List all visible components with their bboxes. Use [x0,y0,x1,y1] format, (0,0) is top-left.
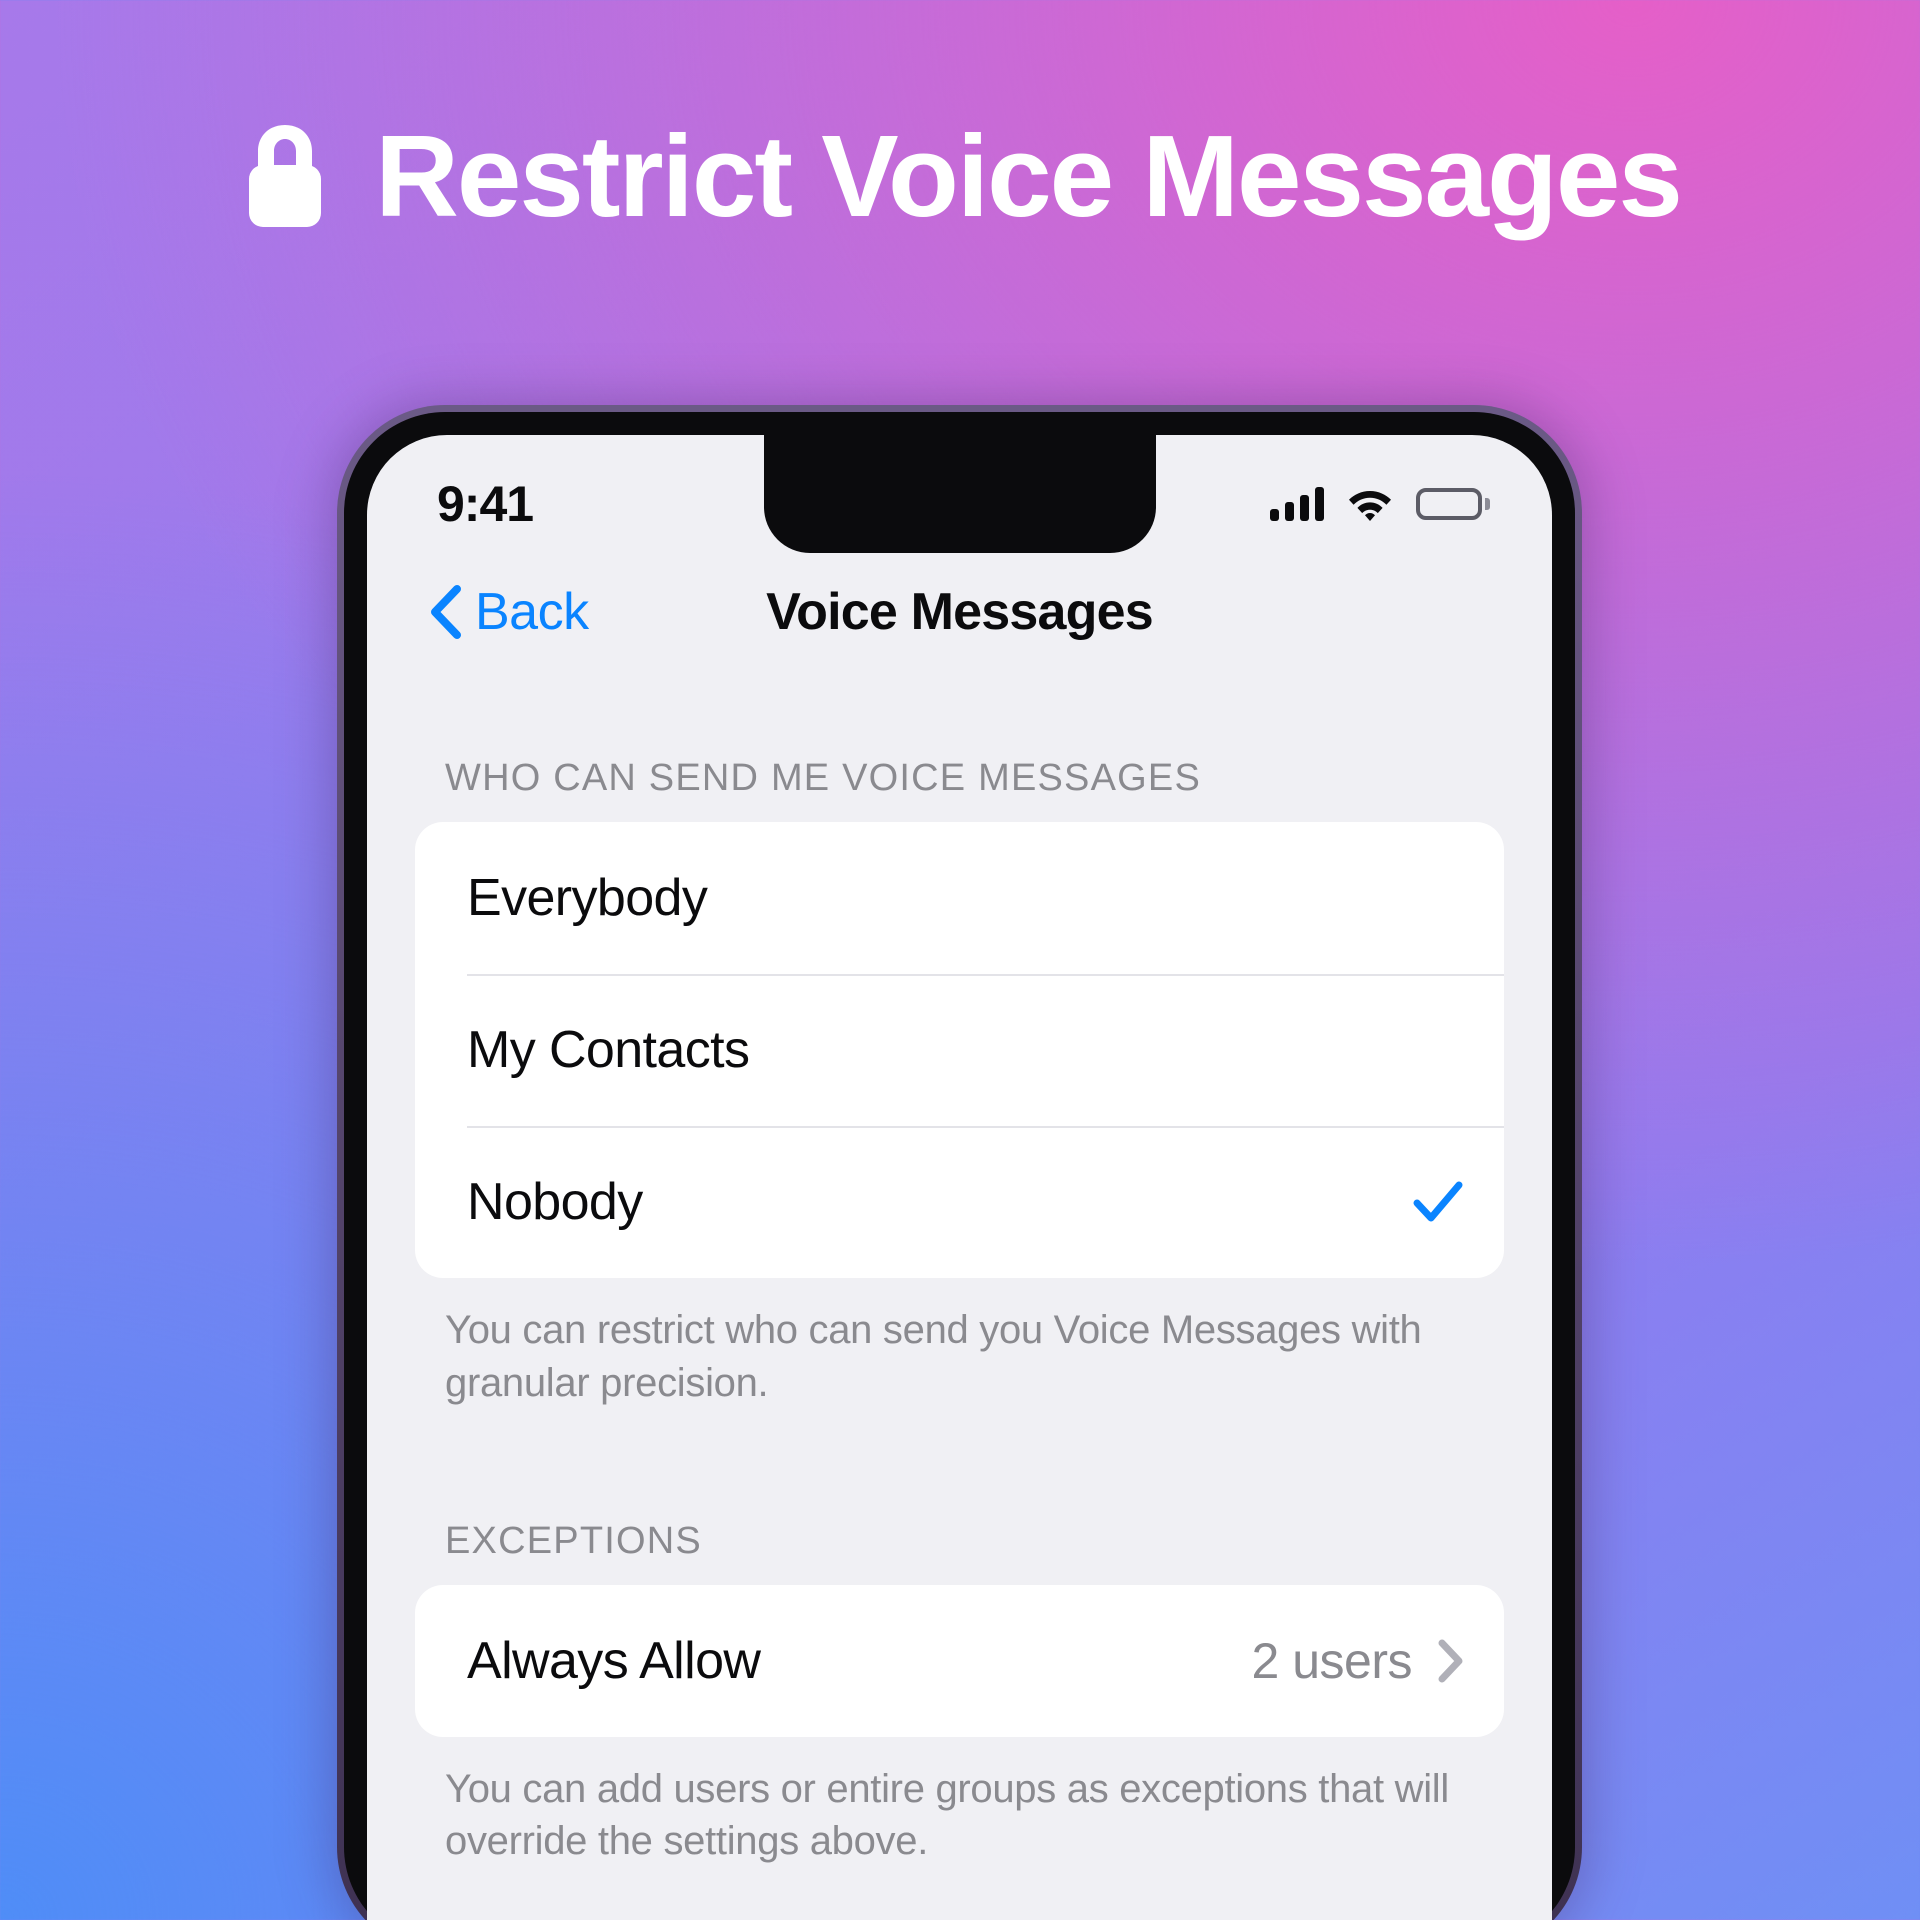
phone-screen: 9:41 Back Voice Messages WHO CAN SEND ME… [367,435,1552,1920]
chevron-left-icon [431,585,461,639]
option-label: My Contacts [467,1021,750,1079]
footnote-exceptions: You can add users or entire groups as ex… [445,1766,1449,1864]
phone-bezel: 9:41 Back Voice Messages WHO CAN SEND ME… [344,412,1575,1920]
chevron-right-icon [1438,1639,1463,1683]
hero-header: Restrict Voice Messages [0,118,1920,234]
checkmark-icon [1413,1181,1463,1222]
back-button-label: Back [475,583,589,641]
footnote-who-can-send: You can restrict who can send you Voice … [445,1308,1422,1405]
battery-full-icon [1416,488,1490,520]
option-row-my-contacts[interactable]: My Contacts [415,974,1504,1126]
back-button[interactable]: Back [429,582,589,642]
row-accessory: 2 users [1252,1632,1464,1690]
wifi-icon [1349,491,1391,521]
option-row-everybody[interactable]: Everybody [415,822,1504,974]
option-label: Everybody [467,869,708,927]
option-selected-indicator [1412,1176,1464,1228]
option-row-always-allow[interactable]: Always Allow 2 users [415,1585,1504,1737]
always-allow-value: 2 users [1251,1632,1413,1689]
exceptions-card: Always Allow 2 users [415,1584,1504,1737]
cellular-signal-icon [1270,487,1324,521]
option-row-nobody[interactable]: Nobody [415,1126,1504,1278]
option-label: Nobody [467,1173,643,1231]
page-title: Restrict Voice Messages [375,111,1683,241]
section-header-exceptions: EXCEPTIONS [445,1519,702,1562]
privacy-options-card: Everybody My Contacts Nobody [415,822,1504,1278]
status-time: 9:41 [437,476,534,532]
lock-icon [249,125,322,227]
status-icons [1270,487,1490,521]
section-header-who-can-send: WHO CAN SEND ME VOICE MESSAGES [445,757,1201,799]
settings-content: WHO CAN SEND ME VOICE MESSAGES Everybody… [367,667,1552,1920]
phone-frame: 9:41 Back Voice Messages WHO CAN SEND ME… [337,405,1582,1920]
option-label: Always Allow [467,1631,761,1690]
navigation-bar: Back Voice Messages [367,557,1552,667]
status-bar: 9:41 [367,435,1552,557]
